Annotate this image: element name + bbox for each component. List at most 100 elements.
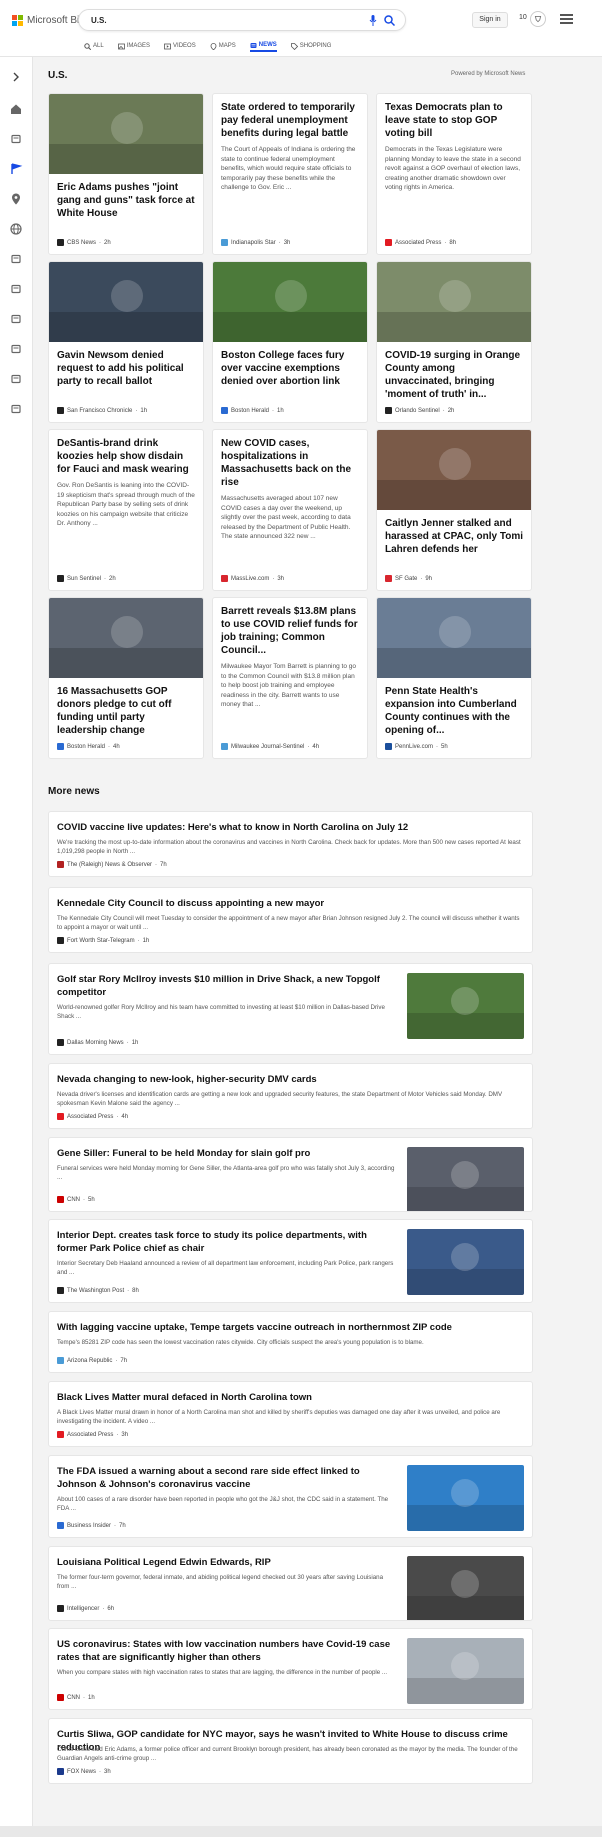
card-headline[interactable]: Caitlyn Jenner stalked and harassed at C…: [377, 510, 531, 556]
news-card[interactable]: COVID-19 surging in Orange County among …: [376, 261, 532, 423]
card-source[interactable]: SF Gate · 9h: [385, 575, 432, 582]
more-news-item[interactable]: The FDA issued a warning about a second …: [48, 1455, 533, 1538]
card-headline[interactable]: Eric Adams pushes "joint gang and guns" …: [49, 174, 203, 220]
card-headline[interactable]: Gavin Newsom denied request to add his p…: [49, 342, 203, 388]
news-card[interactable]: DeSantis-brand drink koozies help show d…: [48, 429, 204, 591]
news-headline[interactable]: Golf star Rory McIlroy invests $10 milli…: [57, 973, 397, 999]
search-box[interactable]: [78, 9, 406, 31]
more-news-item[interactable]: COVID vaccine live updates: Here's what …: [48, 811, 533, 877]
news-thumbnail[interactable]: [377, 598, 532, 678]
news-headline[interactable]: Black Lives Matter mural defaced in Nort…: [57, 1391, 522, 1404]
card-source[interactable]: MassLive.com · 3h: [221, 575, 284, 582]
more-news-item[interactable]: Interior Dept. creates task force to stu…: [48, 1219, 533, 1303]
news-thumbnail[interactable]: [49, 598, 204, 678]
card-headline[interactable]: Texas Democrats plan to leave state to s…: [377, 94, 531, 140]
news-thumbnail[interactable]: [407, 1556, 524, 1621]
news-card[interactable]: State ordered to temporarily pay federal…: [212, 93, 368, 255]
news-headline[interactable]: The FDA issued a warning about a second …: [57, 1465, 397, 1491]
news-headline[interactable]: US coronavirus: States with low vaccinat…: [57, 1638, 397, 1664]
sidebar-entertainment-icon[interactable]: [9, 312, 23, 326]
more-news-item[interactable]: Curtis Sliwa, GOP candidate for NYC mayo…: [48, 1718, 533, 1784]
news-source[interactable]: The Washington Post · 8h: [57, 1287, 139, 1294]
news-source[interactable]: CNN · 1h: [57, 1694, 95, 1701]
news-card[interactable]: Barrett reveals $13.8M plans to use COVI…: [212, 597, 368, 759]
news-source[interactable]: Fort Worth Star-Telegram · 1h: [57, 937, 149, 944]
news-card[interactable]: Texas Democrats plan to leave state to s…: [376, 93, 532, 255]
rewards-points[interactable]: 10: [519, 14, 527, 21]
sidebar-money-icon[interactable]: [9, 372, 23, 386]
card-headline[interactable]: Penn State Health's expansion into Cumbe…: [377, 678, 531, 737]
news-source[interactable]: Dallas Morning News · 1h: [57, 1039, 138, 1046]
card-source[interactable]: PennLive.com · 5h: [385, 743, 448, 750]
tab-shopping[interactable]: SHOPPING: [290, 40, 331, 52]
news-headline[interactable]: Louisiana Political Legend Edwin Edwards…: [57, 1556, 397, 1569]
sidebar-sports-icon[interactable]: [9, 342, 23, 356]
news-thumbnail[interactable]: [407, 1147, 524, 1212]
tab-all[interactable]: ALL: [84, 40, 104, 52]
card-source[interactable]: Boston Herald · 1h: [221, 407, 284, 414]
news-thumbnail[interactable]: [377, 430, 532, 510]
sidebar-rocket-icon[interactable]: [9, 282, 23, 296]
rewards-icon[interactable]: [530, 11, 546, 27]
news-thumbnail[interactable]: [407, 1638, 524, 1704]
news-card[interactable]: Caitlyn Jenner stalked and harassed at C…: [376, 429, 532, 591]
news-headline[interactable]: COVID vaccine live updates: Here's what …: [57, 821, 522, 834]
sidebar-more-icon[interactable]: [9, 402, 23, 416]
news-card[interactable]: Boston College faces fury over vaccine e…: [212, 261, 368, 423]
sidebar-flag-icon[interactable]: [9, 162, 23, 176]
card-source[interactable]: Sun Sentinel · 2h: [57, 575, 116, 582]
sidebar-science-icon[interactable]: [9, 252, 23, 266]
sign-in-button[interactable]: Sign in: [472, 12, 508, 28]
card-source[interactable]: Boston Herald · 4h: [57, 743, 120, 750]
hamburger-menu-icon[interactable]: [560, 14, 573, 24]
tab-maps[interactable]: MAPS: [210, 40, 236, 52]
news-thumbnail[interactable]: [49, 94, 204, 174]
tab-videos[interactable]: VIDEOS: [164, 40, 196, 52]
search-icon[interactable]: [384, 15, 395, 26]
sidebar-home-icon[interactable]: [9, 102, 23, 116]
news-thumbnail[interactable]: [49, 262, 204, 342]
news-source[interactable]: Arizona Republic · 7h: [57, 1357, 127, 1364]
news-card[interactable]: Eric Adams pushes "joint gang and guns" …: [48, 93, 204, 255]
news-source[interactable]: Associated Press · 3h: [57, 1431, 128, 1438]
more-news-item[interactable]: With lagging vaccine uptake, Tempe targe…: [48, 1311, 533, 1373]
card-source[interactable]: Associated Press · 8h: [385, 239, 456, 246]
tab-news[interactable]: NEWS: [249, 40, 277, 52]
news-headline[interactable]: Nevada changing to new-look, higher-secu…: [57, 1073, 522, 1086]
card-source[interactable]: CBS News · 2h: [57, 239, 111, 246]
news-source[interactable]: Intelligencer · 6h: [57, 1605, 114, 1612]
more-news-item[interactable]: Kennedale City Council to discuss appoin…: [48, 887, 533, 953]
card-headline[interactable]: State ordered to temporarily pay federal…: [213, 94, 367, 140]
news-source[interactable]: The (Raleigh) News & Observer · 7h: [57, 861, 167, 868]
news-source[interactable]: Business Insider · 7h: [57, 1522, 126, 1529]
news-headline[interactable]: Interior Dept. creates task force to stu…: [57, 1229, 397, 1255]
tab-images[interactable]: IMAGES: [117, 40, 150, 52]
sidebar-trending-icon[interactable]: [9, 132, 23, 146]
card-headline[interactable]: 16 Massachusetts GOP donors pledge to cu…: [49, 678, 203, 737]
news-source[interactable]: Associated Press · 4h: [57, 1113, 128, 1120]
news-card[interactable]: Penn State Health's expansion into Cumbe…: [376, 597, 532, 759]
more-news-item[interactable]: Black Lives Matter mural defaced in Nort…: [48, 1381, 533, 1447]
more-news-item[interactable]: Golf star Rory McIlroy invests $10 milli…: [48, 963, 533, 1055]
news-headline[interactable]: Gene Siller: Funeral to be held Monday f…: [57, 1147, 397, 1160]
news-thumbnail[interactable]: [407, 1229, 524, 1295]
news-card[interactable]: Gavin Newsom denied request to add his p…: [48, 261, 204, 423]
more-news-item[interactable]: US coronavirus: States with low vaccinat…: [48, 1628, 533, 1710]
search-input[interactable]: [91, 14, 321, 27]
sidebar-chevron-right-icon[interactable]: [9, 70, 23, 84]
more-news-item[interactable]: Nevada changing to new-look, higher-secu…: [48, 1063, 533, 1129]
card-headline[interactable]: DeSantis-brand drink koozies help show d…: [49, 430, 203, 476]
sidebar-location-icon[interactable]: [9, 192, 23, 206]
news-card[interactable]: New COVID cases, hospitalizations in Mas…: [212, 429, 368, 591]
more-news-item[interactable]: Louisiana Political Legend Edwin Edwards…: [48, 1546, 533, 1621]
card-source[interactable]: San Francisco Chronicle · 1h: [57, 407, 147, 414]
card-headline[interactable]: Barrett reveals $13.8M plans to use COVI…: [213, 598, 367, 657]
card-source[interactable]: Milwaukee Journal-Sentinel · 4h: [221, 743, 319, 750]
news-thumbnail[interactable]: [377, 262, 532, 342]
news-headline[interactable]: Kennedale City Council to discuss appoin…: [57, 897, 522, 910]
news-thumbnail[interactable]: [407, 1465, 524, 1531]
news-card[interactable]: 16 Massachusetts GOP donors pledge to cu…: [48, 597, 204, 759]
card-source[interactable]: Orlando Sentinel · 2h: [385, 407, 454, 414]
sidebar-globe-icon[interactable]: [9, 222, 23, 236]
microphone-icon[interactable]: [369, 15, 377, 26]
